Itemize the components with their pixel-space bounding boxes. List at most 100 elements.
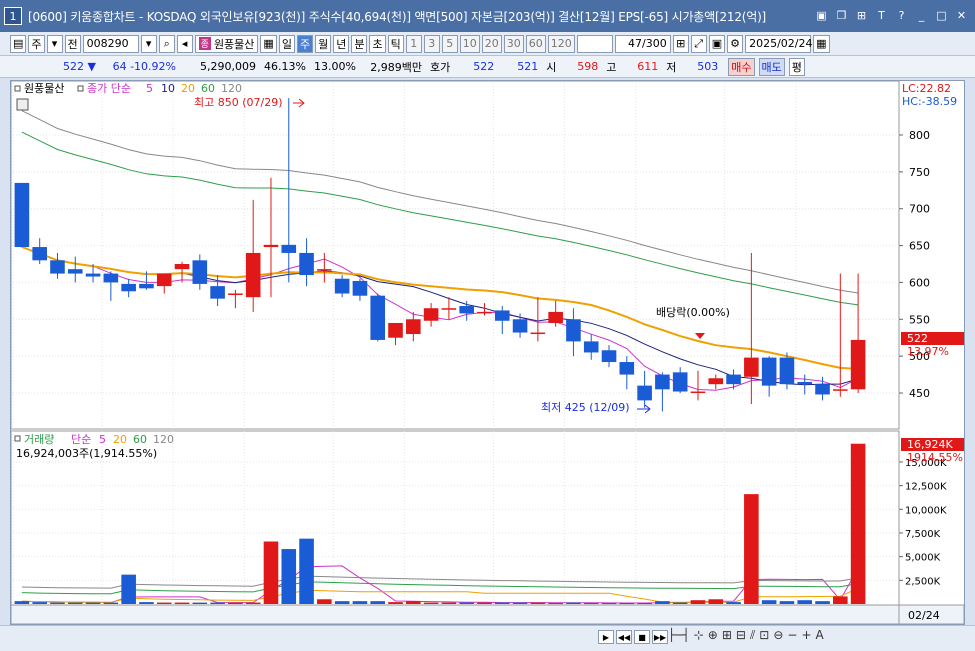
font-size-icon[interactable]: A	[816, 628, 824, 643]
tool-b-icon[interactable]: ⊞	[722, 628, 732, 643]
volume-bar	[317, 599, 332, 604]
volume-bar	[14, 601, 30, 604]
scroll-first-icon[interactable]: ◀◀	[616, 630, 632, 644]
volume-ma-20-label: 20	[113, 433, 127, 446]
volume-bar	[548, 603, 563, 605]
volume-ma-5-label: 5	[99, 433, 106, 446]
chart-canvas[interactable]: 800750700650600550500450 15,000K12,500K1…	[11, 81, 964, 624]
interval-120[interactable]: 120	[547, 34, 575, 53]
tool-e-icon[interactable]: ⊡	[759, 628, 769, 643]
custom-interval-input[interactable]	[576, 34, 613, 53]
text-icon[interactable]: T	[874, 8, 889, 23]
draw-tool-icon[interactable]: ⤢	[690, 34, 707, 53]
volume-bar	[779, 601, 795, 604]
volume-tick-label: 2,500K	[905, 576, 941, 587]
tab-period-tick[interactable]: 틱	[387, 34, 404, 53]
candle-body	[174, 264, 190, 270]
sound-icon[interactable]: ◂	[176, 34, 193, 53]
stock-name-field[interactable]: 종 원풍물산	[194, 34, 259, 53]
evaluate-button[interactable]: 평	[788, 57, 805, 76]
gear-icon[interactable]: ⚙	[727, 34, 744, 53]
stop-icon[interactable]: ■	[634, 630, 650, 644]
volume-bar	[512, 602, 528, 604]
chart-area[interactable]: 800 750 700 650 600 550 500 450 15,000K 12,500K 1…	[10, 80, 965, 625]
sell-button[interactable]: 매도	[758, 57, 785, 76]
volume-tick-label: 12,500K	[905, 482, 947, 493]
volume-ma-60-label: 60	[133, 433, 147, 446]
interval-10[interactable]: 10	[459, 34, 480, 53]
window-number[interactable]: 1	[4, 7, 22, 25]
save-icon[interactable]: ▣	[708, 34, 726, 53]
help-icon[interactable]: ?	[894, 8, 909, 23]
cursor-icon[interactable]: ⊹	[694, 628, 704, 643]
stock-code-input[interactable]: 008290	[82, 34, 139, 53]
tab-period-month[interactable]: 월	[315, 34, 332, 53]
tab-period-day[interactable]: 일	[278, 34, 295, 53]
data-count-field[interactable]: 47/300	[614, 34, 671, 53]
buy-button[interactable]: 매수	[728, 57, 755, 76]
prev-button[interactable]: 전	[64, 34, 81, 53]
interval-20[interactable]: 20	[481, 34, 502, 53]
tool-c-icon[interactable]: ⊟	[736, 628, 746, 643]
interval-5[interactable]: 5	[441, 34, 458, 53]
candle-body	[50, 260, 65, 274]
candle-body	[121, 283, 136, 292]
candle-body	[67, 269, 83, 274]
zoom-out-icon[interactable]: ⊖	[773, 628, 783, 643]
interval-30[interactable]: 30	[503, 34, 524, 53]
volume-bar	[50, 602, 65, 604]
high-price: 611	[637, 60, 659, 73]
candle-body	[210, 286, 225, 299]
lock-icon[interactable]: ⊞	[854, 8, 869, 23]
low-annotation: 최저 425 (12/09)	[541, 401, 630, 414]
ma-120-label: 120	[221, 82, 242, 95]
restore-window-icon[interactable]: ❐	[834, 8, 849, 23]
plus-icon[interactable]: +	[801, 628, 811, 643]
stock-list-icon[interactable]: ▦	[260, 34, 277, 53]
volume-bar	[174, 602, 190, 604]
scroll-right-icon[interactable]: ▶	[598, 630, 614, 644]
bid-price: 521	[517, 60, 539, 73]
candle-body	[655, 374, 670, 390]
date-input[interactable]: 2025/02/24	[745, 34, 813, 53]
maximize-icon[interactable]: □	[934, 8, 949, 23]
interval-60[interactable]: 60	[525, 34, 546, 53]
ma-10-label: 10	[161, 82, 175, 95]
layout-icon[interactable]: ▣	[814, 8, 829, 23]
title-bar-controls: ▣ ❐ ⊞ T ? _ □ ✕	[814, 8, 969, 23]
grid-toggle-icon[interactable]	[16, 98, 29, 111]
search-icon[interactable]: ⌕	[158, 34, 175, 53]
zoom-slider-icon[interactable]: ├─┤	[668, 628, 690, 643]
chart-toolbar: ▤ 주 ▾ 전 008290 ▾ ⌕ ◂ 종 원풍물산 ▦ 일 주 월 년 분 …	[0, 32, 975, 56]
period-type-select[interactable]: 주	[28, 34, 45, 53]
chevron-down-icon[interactable]: ▾	[46, 34, 63, 53]
volume-bar	[352, 601, 368, 604]
interval-1[interactable]: 1	[405, 34, 422, 53]
tab-period-week[interactable]: 주	[296, 34, 314, 53]
volume-bar	[85, 602, 101, 604]
tab-period-minute[interactable]: 분	[351, 34, 368, 53]
tab-period-second[interactable]: 초	[369, 34, 386, 53]
x-axis-strip	[11, 604, 900, 624]
price-tick-label: 550	[909, 313, 930, 326]
close-icon[interactable]: ✕	[954, 8, 969, 23]
candle-body	[406, 319, 421, 335]
calendar-icon[interactable]: ▦	[813, 34, 830, 53]
scroll-last-icon[interactable]: ▶▶	[652, 630, 668, 644]
high-label: 고	[606, 60, 617, 74]
tab-period-year[interactable]: 년	[333, 34, 350, 53]
volume-bar	[406, 601, 421, 604]
volume-ma-120-label: 120	[153, 433, 174, 446]
candle-body	[103, 273, 119, 283]
tool-a-icon[interactable]: ⊕	[708, 628, 718, 643]
minus-icon[interactable]: −	[787, 628, 797, 643]
code-dropdown-icon[interactable]: ▾	[140, 34, 157, 53]
minimize-icon[interactable]: _	[914, 8, 929, 23]
interval-3[interactable]: 3	[423, 34, 440, 53]
indicator-icon[interactable]: ⊞	[672, 34, 689, 53]
menu-icon[interactable]: ▤	[10, 34, 27, 53]
bottom-tools: ├─┤ ⊹ ⊕ ⊞ ⊟ ⫽ ⊡ ⊖ − + A	[668, 628, 824, 643]
tool-d-icon[interactable]: ⫽	[750, 628, 755, 643]
volume: 5,290,009	[200, 60, 256, 73]
volume-current-pct: 1914.55%	[907, 451, 963, 464]
